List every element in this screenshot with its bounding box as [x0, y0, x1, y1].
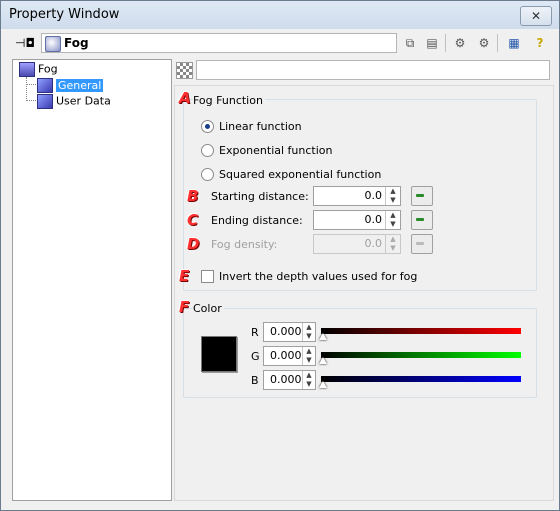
channel-g-slider[interactable] — [321, 352, 521, 358]
radio-exponential-label: Exponential function — [219, 144, 333, 157]
channel-label-g: G — [251, 350, 260, 363]
callout-e: E — [179, 267, 190, 285]
title-bar[interactable]: Property Window ✕ — [1, 1, 559, 29]
spinner-arrows-icon[interactable]: ▲ ▼ — [302, 323, 315, 341]
ending-distance-key-button[interactable] — [411, 210, 433, 230]
radio-linear[interactable] — [201, 120, 214, 133]
tree-line — [26, 77, 27, 101]
toolbar-separator — [445, 34, 446, 52]
spinner-arrows-icon[interactable]: ▲ ▼ — [302, 347, 315, 365]
starting-distance-spinner[interactable]: 0.0 ▲ ▼ — [313, 186, 401, 206]
window-title: Property Window — [9, 7, 120, 22]
fog-density-spinner: 0.0 ▲ ▼ — [313, 234, 401, 254]
invert-depth-label: Invert the depth values used for fog — [219, 270, 418, 283]
starting-distance-label: Starting distance: — [211, 190, 309, 203]
ending-distance-label: Ending distance: — [211, 214, 303, 227]
callout-c: C — [187, 211, 199, 229]
property-tree: Fog General User Data — [12, 59, 172, 501]
spinner-arrows-icon: ▲ ▼ — [385, 235, 400, 253]
starting-distance-key-button[interactable] — [411, 186, 433, 206]
tree-line — [26, 100, 36, 101]
pin-icon[interactable]: ⊣◘ — [15, 36, 35, 50]
channel-r-spinner[interactable]: 0.000 ▲ ▼ — [263, 322, 316, 342]
callout-d: D — [187, 235, 200, 253]
ending-distance-value: 0.0 — [364, 213, 383, 226]
fog-density-value: 0.0 — [364, 237, 383, 250]
close-button[interactable]: ✕ — [520, 6, 552, 26]
toolbar-separator-2 — [497, 34, 498, 52]
channel-label-r: R — [251, 326, 259, 339]
view-icon[interactable]: ▦ — [505, 34, 523, 52]
object-name-box: Fog — [41, 33, 397, 53]
spinner-arrows-icon[interactable]: ▲ ▼ — [385, 187, 400, 205]
channel-b-slider[interactable] — [321, 376, 521, 382]
tree-item-user-data[interactable]: User Data — [37, 94, 111, 109]
toolbar: ⊣◘ Fog ⧉ ▤ ⚙ ⚙ ▦ ? — [5, 31, 555, 55]
spinner-arrows-icon[interactable]: ▲ ▼ — [385, 211, 400, 229]
fog-density-label: Fog density: — [211, 238, 278, 251]
channel-r-value: 0.000 — [270, 325, 302, 338]
radio-squared-exponential[interactable] — [201, 168, 214, 181]
channel-label-b: B — [251, 374, 259, 387]
cube-icon — [37, 94, 53, 109]
radio-squared-exponential-label: Squared exponential function — [219, 168, 382, 181]
tree-item-general[interactable]: General — [37, 78, 104, 93]
channel-g-spinner[interactable]: 0.000 ▲ ▼ — [263, 346, 316, 366]
slider-thumb-icon[interactable] — [319, 357, 327, 364]
fog-function-title: Fog Function — [193, 94, 265, 107]
tool-icon-2[interactable]: ⚙ — [475, 34, 493, 52]
channel-b-value: 0.000 — [270, 373, 302, 386]
spinner-arrows-icon[interactable]: ▲ ▼ — [302, 371, 315, 389]
general-page: A Fog Function Linear function Exponenti… — [174, 85, 554, 501]
fog-object-icon — [45, 36, 61, 52]
color-title: Color — [193, 302, 224, 315]
cube-icon — [37, 78, 53, 93]
close-icon: ✕ — [530, 9, 542, 23]
property-panel: A Fog Function Linear function Exponenti… — [174, 59, 554, 501]
starting-distance-value: 0.0 — [364, 189, 383, 202]
tree-item-label: Fog — [38, 62, 58, 76]
fog-icon — [19, 62, 35, 77]
tree-item-label: User Data — [56, 94, 111, 108]
ending-distance-spinner[interactable]: 0.0 ▲ ▼ — [313, 210, 401, 230]
checker-icon[interactable] — [176, 62, 193, 79]
channel-g-value: 0.000 — [270, 349, 302, 362]
radio-linear-label: Linear function — [219, 120, 302, 133]
invert-depth-checkbox[interactable] — [201, 270, 214, 283]
tool-icon[interactable]: ⚙ — [451, 34, 469, 52]
slider-thumb-icon[interactable] — [319, 381, 327, 388]
tree-item-fog[interactable]: Fog — [19, 62, 58, 77]
object-name: Fog — [64, 36, 89, 50]
channel-r-slider[interactable] — [321, 328, 521, 334]
copy-icon[interactable]: ⧉ — [401, 34, 419, 52]
tree-item-label: General — [56, 78, 104, 92]
help-icon[interactable]: ? — [531, 34, 549, 52]
channel-b-spinner[interactable]: 0.000 ▲ ▼ — [263, 370, 316, 390]
slider-thumb-icon[interactable] — [319, 333, 327, 340]
callout-b: B — [187, 187, 199, 205]
tree-line — [26, 84, 36, 85]
property-text-field[interactable] — [196, 60, 550, 80]
fog-density-key-button — [411, 234, 433, 254]
radio-exponential[interactable] — [201, 144, 214, 157]
color-swatch[interactable] — [201, 336, 237, 372]
property-window: Property Window ✕ ⊣◘ Fog ⧉ ▤ ⚙ ⚙ ▦ ? Fog… — [0, 0, 560, 511]
paste-icon[interactable]: ▤ — [423, 34, 441, 52]
